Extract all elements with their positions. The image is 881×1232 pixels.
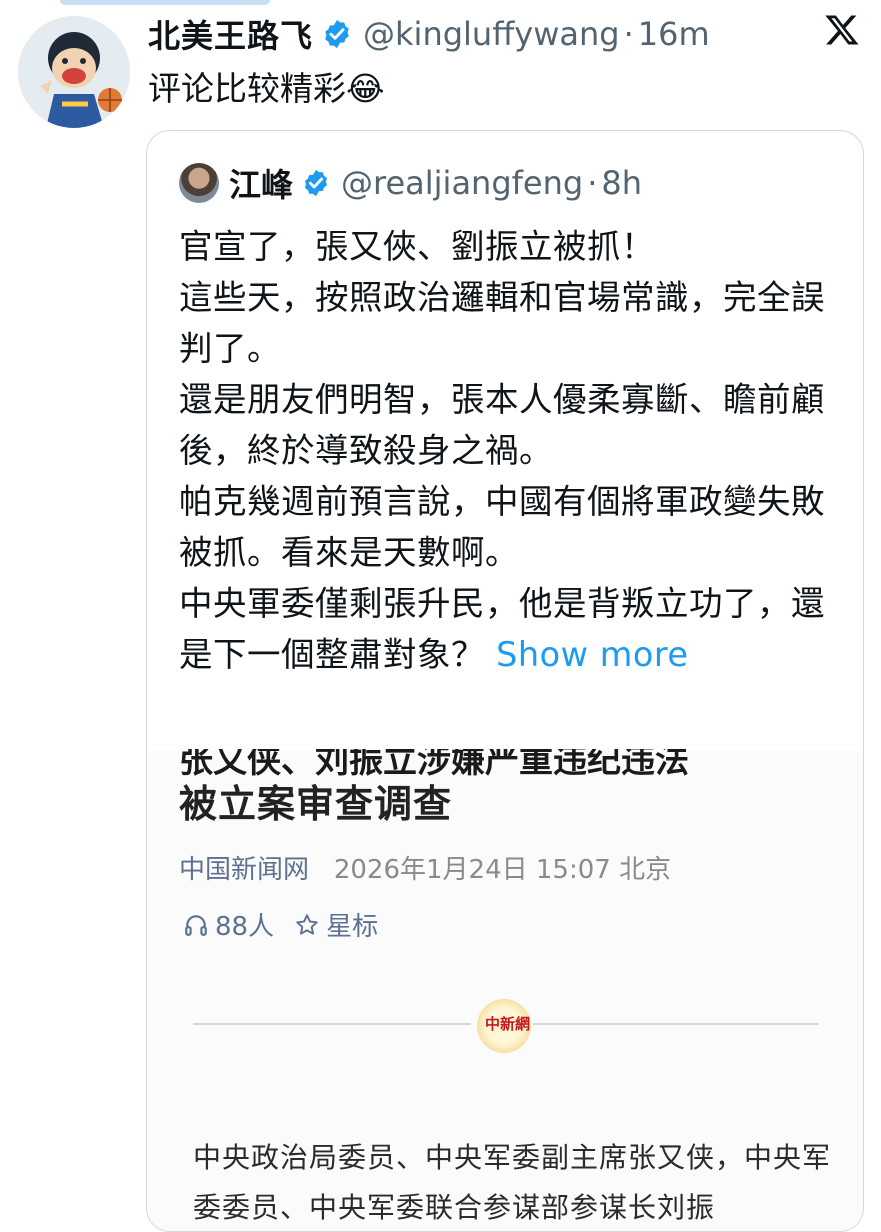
quoted-timestamp[interactable]: 8h bbox=[601, 164, 642, 202]
quoted-line: 這些天，按照政治邏輯和官場常識，完全誤判了。 bbox=[179, 278, 825, 368]
separator-dot: · bbox=[587, 164, 598, 202]
author-handle[interactable]: @kingluffywang bbox=[363, 15, 620, 53]
quoted-line: 中央軍委僅剩張升民，他是背叛立功了，還是下一個整肅對象？ Show more bbox=[179, 578, 839, 680]
author-avatar[interactable] bbox=[18, 16, 130, 128]
article-title: 被立案审查调查 bbox=[179, 782, 453, 826]
article-source: 中国新闻网 bbox=[179, 855, 310, 885]
author-name[interactable]: 北美王路飞 bbox=[148, 11, 313, 57]
quoted-author-name[interactable]: 江峰 bbox=[229, 160, 293, 206]
quoted-line: 還是朋友們明智，張本人優柔寡斷、瞻前顧後，終於導致殺身之禍。 bbox=[179, 380, 825, 470]
quoted-author-row: 江峰 @realjiangfeng · 8h bbox=[179, 161, 642, 205]
quoted-line: 官宣了，張又俠、劉振立被抓！ bbox=[179, 227, 655, 266]
top-strip bbox=[60, 0, 270, 5]
quoted-tweet-card[interactable]: 江峰 @realjiangfeng · 8h 官宣了，張又俠、劉振立被抓！ 這些… bbox=[146, 130, 864, 1232]
verified-badge-icon bbox=[305, 169, 328, 197]
headphones-icon bbox=[185, 914, 207, 936]
article-paragraph: 中央政治局委员、中央军委副主席张又侠，中央军委委员、中央军委联合参谋部参谋长刘振 bbox=[193, 1141, 832, 1224]
quoted-author-avatar[interactable] bbox=[179, 163, 219, 203]
chinanews-logo-text: 中新網 bbox=[485, 1015, 531, 1033]
x-logo-icon[interactable] bbox=[824, 12, 860, 48]
article-stats: 88人 星标 bbox=[183, 906, 378, 943]
article-meta: 中国新闻网 2026年1月24日 15:07 北京 bbox=[179, 849, 671, 886]
divider bbox=[193, 1023, 471, 1025]
verified-badge-icon bbox=[325, 20, 349, 48]
separator-dot: · bbox=[623, 15, 634, 53]
article-screenshot-image[interactable]: 张又侠、刘振立涉嫌严重违纪违法 被立案审查调查 中国新闻网 2026年1月24日… bbox=[147, 749, 863, 1231]
quoted-line: 帕克幾週前預言說，中國有個將軍政變失敗被抓。看來是天數啊。 bbox=[179, 482, 825, 572]
star-label: 星标 bbox=[326, 912, 379, 942]
star-outline-icon bbox=[296, 913, 318, 935]
article-date: 2026年1月24日 15:07 北京 bbox=[333, 855, 672, 885]
post-author-row: 北美王路飞 @kingluffywang · 16m bbox=[148, 10, 710, 58]
post-text: 评论比较精彩😂 bbox=[148, 69, 385, 108]
quoted-text: 官宣了，張又俠、劉振立被抓！ 這些天，按照政治邏輯和官場常識，完全誤判了。 還是… bbox=[179, 221, 839, 680]
listener-count: 88人 bbox=[215, 912, 275, 942]
chinanews-logo: 中新網 bbox=[477, 999, 531, 1053]
show-more-link[interactable]: Show more bbox=[496, 635, 688, 674]
quoted-author-handle[interactable]: @realjiangfeng bbox=[341, 164, 583, 202]
divider bbox=[533, 1023, 819, 1025]
post-timestamp[interactable]: 16m bbox=[638, 15, 710, 53]
